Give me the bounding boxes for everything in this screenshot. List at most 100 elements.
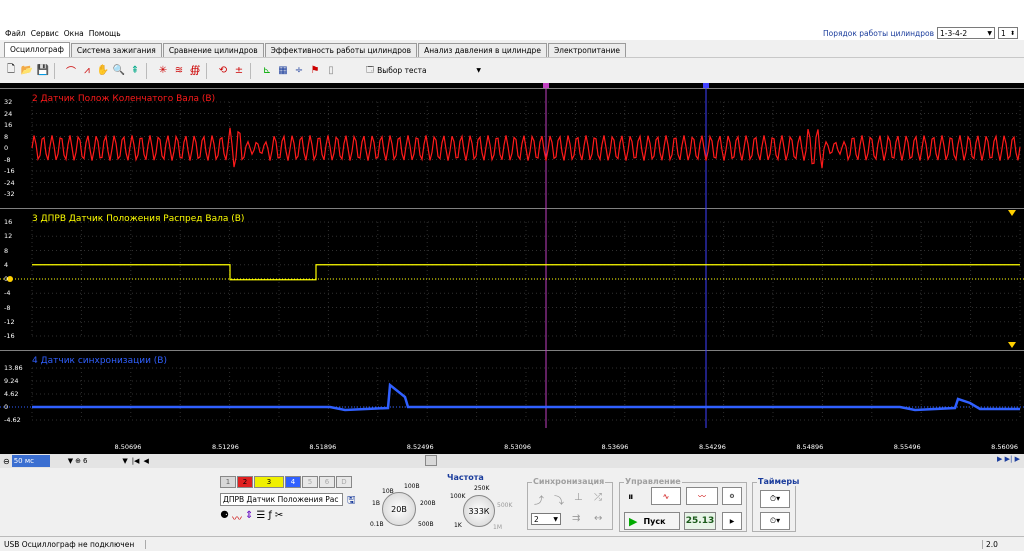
channel-button-2[interactable]: 2 [237,476,253,488]
x-tick-label: 8.53096 [504,443,532,451]
fit-icon[interactable]: ⇞ [128,64,142,78]
top-spacer [0,0,1024,26]
marker-icon[interactable]: ⚑ [308,64,322,78]
zoom-icon[interactable]: 🔍 [112,64,126,78]
channel-3-label: 3 ДПРВ Датчик Положения Распред Вала (В) [32,214,245,224]
fps-display: 25.13 [684,512,716,530]
page-icon[interactable]: ▯ [324,64,338,78]
invert-icon[interactable]: ⇕ [245,510,253,525]
start-button[interactable]: ▶ Пуск [624,512,680,530]
wave-analysis-icon[interactable]: ∰ [188,64,202,78]
channel-button-1[interactable]: 1 [220,476,236,488]
wave-icon[interactable]: 〰 [232,510,242,525]
volts-dial[interactable]: 20В [382,492,416,526]
y-tick-label: 8 [4,132,9,141]
tab-power[interactable]: Электропитание [547,43,626,57]
x-tick-label: 8.53696 [601,443,629,451]
record-timer-button[interactable]: ⏲▾ [760,512,790,530]
trigger-icon[interactable]: ⩘ [80,64,94,78]
menu-file[interactable]: Файл [5,29,26,38]
x-tick-label: 8.51896 [309,443,337,451]
play-forward-icon[interactable]: ▶ ▶| ▶ [997,455,1020,463]
y-tick-label: -8 [4,303,11,312]
x-tick-label: 8.51296 [211,443,239,451]
wave-compare-icon[interactable]: ≋ [172,64,186,78]
cylinder-spin[interactable]: 1 ⬍ [998,27,1018,39]
filter-icon[interactable]: ⊾ [260,64,274,78]
timer-button[interactable]: ⏱▾ [760,490,790,508]
pause-icon[interactable]: ⏸ [628,490,634,504]
channel-button-4[interactable]: 4 [285,476,301,488]
frequency-title: Частота [446,473,485,482]
jump-start-icon[interactable]: |◀ [132,457,140,465]
toolbar: 🗋 📂 💾 ⌒ ⩘ ✋ 🔍 ⇞ ✳ ≋ ∰ ⟲ ± ⊾ ▦ ÷ ⚑ ▯ 🗔 Вы… [0,57,1024,83]
tools-icon[interactable]: ✂ [275,510,283,525]
chevron-down-icon: ▼ [553,515,558,523]
channel-icons: ⚈ 〰 ⇕ ☰ ƒ ✂ [220,510,283,525]
table-icon[interactable]: ▦ [276,64,290,78]
x-tick-label: 8.55496 [893,443,921,451]
auto-settings-button[interactable]: ⚙ [722,487,742,505]
channel-button-3[interactable]: 3 [254,476,284,488]
tab-cylinder-efficiency[interactable]: Эффективность работы цилиндров [264,43,418,57]
multi-wave-button[interactable]: 〰 [686,487,718,505]
y-tick-label: 16 [4,218,13,226]
freq-label: 250K [474,485,490,492]
channel-button-d[interactable]: D [336,476,352,488]
zero-icon[interactable]: ± [232,64,246,78]
scroll-thumb[interactable] [425,455,437,466]
auto-play-button[interactable]: ▶ [722,512,742,530]
x-tick-label: 8.54896 [796,443,824,451]
save-icon[interactable]: 🖫 [347,493,356,510]
probe-icon[interactable]: ⚈ [220,510,229,525]
sync-move-icon[interactable]: ↔ [594,513,602,524]
start-label: Пуск [643,516,666,526]
cursor-handle[interactable] [543,83,549,88]
spin-arrows-icon: ⬍ [1009,29,1015,37]
y-tick-label: -16 [4,332,15,340]
management-title: Управление [624,477,682,486]
channel-button-5[interactable]: 5 [302,476,318,488]
tab-cylinder-pressure[interactable]: Анализ давления в цилиндре [418,43,547,57]
step-back-icon[interactable]: ◀ [143,457,148,465]
y-tick-label: 0 [4,403,9,411]
channel-button-6[interactable]: 6 [319,476,335,488]
tab-oscilloscope[interactable]: Осциллограф [4,42,70,57]
new-file-icon[interactable]: 🗋 [4,64,18,78]
open-folder-icon[interactable]: 📂 [20,64,34,78]
channel-count-select[interactable]: ▼ ⊕ 6 ▼ [68,455,128,467]
sync-auto-icon[interactable]: ⤮ [594,492,602,503]
menu-help[interactable]: Помощь [89,29,121,38]
volts-label: 100В [404,483,420,490]
sync-channel-select[interactable]: 2 ▼ [531,513,561,525]
spark-icon[interactable]: ✳ [156,64,170,78]
formula-icon[interactable]: ƒ [268,510,272,525]
single-wave-button[interactable]: ∿ [651,487,681,505]
save-icon[interactable]: 💾 [36,64,50,78]
chevron-down-icon: ▼ [476,67,481,74]
volts-label: 200В [420,500,436,507]
sync-level-icon[interactable]: ⇉ [572,513,580,524]
channel-2-label: 2 Датчик Полож Коленчатого Вала (В) [32,94,216,104]
cursor-icon[interactable]: ⌒ [64,64,78,78]
freq-label: 500K [497,502,513,509]
time-div-input[interactable]: 50 мс [11,455,50,467]
tab-ignition[interactable]: Система зажигания [70,43,162,57]
sync-rise-icon[interactable]: ⤴ [534,492,544,507]
tab-cylinder-compare[interactable]: Сравнение цилиндров [162,43,264,57]
menu-windows[interactable]: Окна [64,29,84,38]
cylinder-order-select[interactable]: 1-3-4-2 ▼ [937,27,995,39]
hand-icon[interactable]: ✋ [96,64,110,78]
sync-mode-icon[interactable]: ⊥ [574,492,583,503]
frequency-dial[interactable]: 333К [463,495,495,527]
oscilloscope-display[interactable]: 2 Датчик Полож Коленчатого Вала (В) 32 24… [0,83,1024,428]
lines-icon[interactable]: ☰ [256,510,265,525]
menu-service[interactable]: Сервис [31,29,59,38]
toolbar-separator [206,62,212,79]
channel-name-field[interactable]: ДПРВ Датчик Положения Рас [220,493,343,506]
test-select[interactable]: 🗔 Выбор теста ▼ [366,63,481,78]
sync-fall-icon[interactable]: ⤵ [554,492,564,507]
auto-icon[interactable]: ⟲ [216,64,230,78]
cursor-handle[interactable] [703,83,709,88]
divide-icon[interactable]: ÷ [292,64,306,78]
